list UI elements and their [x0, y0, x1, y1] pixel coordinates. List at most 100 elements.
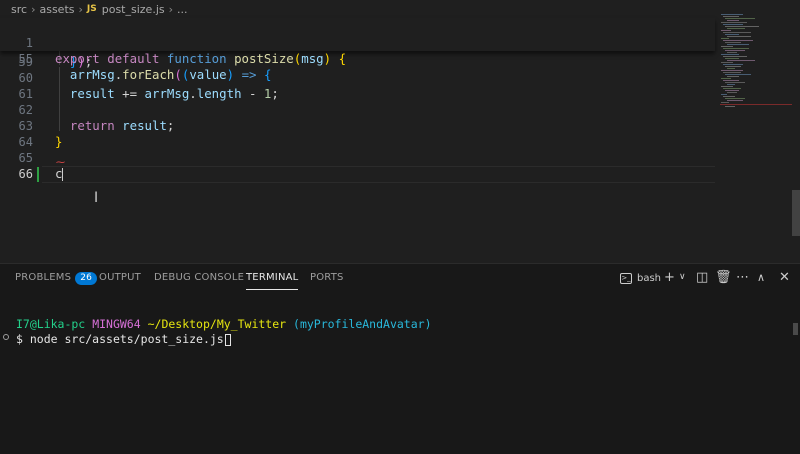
- minimap-line: [723, 64, 743, 65]
- minimap-line: [725, 74, 751, 75]
- line-number: 63: [18, 119, 33, 133]
- sticky-line[interactable]: 1 export default function postSize(msg) …: [0, 19, 715, 66]
- minimap-line: [727, 92, 737, 93]
- code-token: ): [323, 51, 332, 66]
- text-cursor: [62, 168, 63, 181]
- minimap-line: [723, 32, 751, 33]
- problems-count-badge: 26: [75, 272, 98, 285]
- minimap-line: [725, 106, 735, 107]
- minimap-line: [721, 54, 739, 55]
- sticky-line[interactable]: 55 arrMsg.forEach((value) => {: [0, 35, 715, 82]
- code-token: value: [189, 67, 227, 82]
- minimap-line: [721, 86, 733, 87]
- terminal-path: ~/Desktop/My_Twitter: [147, 317, 287, 331]
- minimap-line: [721, 14, 743, 15]
- editor-scrollbar-thumb[interactable]: [792, 190, 800, 236]
- minimap-line: [721, 94, 727, 95]
- tab-ports[interactable]: PORTS: [310, 272, 344, 283]
- code-line[interactable]: 64}: [0, 134, 715, 150]
- minimap-line: [727, 68, 735, 69]
- code-text: arrMsg.forEach((value) => {: [55, 67, 272, 83]
- chevron-right-icon: ›: [78, 2, 83, 16]
- tab-debug-console[interactable]: DEBUG CONSOLE: [154, 272, 244, 283]
- minimap-line: [725, 42, 741, 43]
- code-token: =>: [241, 67, 257, 82]
- tab-terminal[interactable]: TERMINAL: [246, 272, 299, 290]
- minimap[interactable]: [717, 14, 795, 114]
- terminal-scrollbar[interactable]: [793, 323, 798, 335]
- panel-tabs: PROBLEMS 26 OUTPUT DEBUG CONSOLE TERMINAL…: [0, 264, 800, 292]
- suggestion-indicator-icon: ⁓: [56, 158, 65, 168]
- mouse-ibeam-icon: I: [94, 190, 99, 206]
- code-token: +=: [114, 86, 145, 101]
- code-line[interactable]: 66 c: [0, 166, 715, 182]
- line-number: 64: [18, 135, 33, 149]
- code-token: (: [174, 67, 182, 82]
- javascript-file-icon: JS: [86, 4, 97, 14]
- code-line[interactable]: 61 result += arrMsg.length - 1;: [0, 86, 715, 102]
- minimap-line: [727, 28, 745, 29]
- minimap-line: [725, 58, 739, 59]
- code-token: result: [122, 118, 167, 133]
- minimap-line: [725, 82, 745, 83]
- chevron-right-icon: ›: [168, 2, 174, 16]
- code-token: ;: [271, 86, 279, 101]
- chevron-up-icon[interactable]: ∧: [757, 271, 765, 284]
- line-number: 62: [18, 103, 33, 117]
- code-token: return: [69, 118, 115, 133]
- split-icon[interactable]: ◫: [696, 270, 708, 285]
- chevron-down-icon[interactable]: ∨: [679, 272, 686, 282]
- terminal-command-line: $ node src/assets/post_size.js: [16, 332, 231, 346]
- code-token: arrMsg: [144, 86, 190, 101]
- terminal-shell-button[interactable]: >_ bash: [620, 270, 661, 286]
- code-token: postSize: [234, 51, 294, 66]
- code-token: default: [107, 51, 160, 66]
- sticky-scroll-header[interactable]: 1 export default function postSize(msg) …: [0, 18, 715, 82]
- minimap-line: [723, 40, 753, 41]
- code-text: return result;: [55, 118, 174, 134]
- minimap-line: [721, 102, 729, 103]
- tab-output[interactable]: OUTPUT: [99, 272, 141, 283]
- breadcrumb-item-file[interactable]: post_size.js: [102, 3, 165, 16]
- code-token: {: [338, 51, 347, 66]
- minimap-line: [723, 80, 739, 81]
- shell-name: bash: [637, 272, 662, 284]
- code-line[interactable]: 63 return result;: [0, 118, 715, 134]
- minimap-line: [723, 24, 743, 25]
- bottom-panel: PROBLEMS 26 OUTPUT DEBUG CONSOLE TERMINAL…: [0, 263, 800, 454]
- minimap-error-marker: [720, 104, 792, 105]
- minimap-line: [727, 100, 743, 101]
- minimap-line: [727, 84, 735, 85]
- code-token: ;: [166, 118, 175, 133]
- terminal-prompt-line: I7@Lika-pc MINGW64 ~/Desktop/My_Twitter …: [16, 317, 432, 331]
- minimap-line: [723, 48, 749, 49]
- ellipsis-icon[interactable]: ⋯: [736, 270, 749, 285]
- code-line[interactable]: 65: [0, 150, 715, 166]
- code-token: length: [196, 86, 242, 101]
- breadcrumb-item-assets[interactable]: assets: [39, 3, 74, 16]
- breadcrumb-item-symbol[interactable]: ...: [177, 3, 188, 16]
- code-token: {: [263, 67, 272, 82]
- command-decoration-icon[interactable]: [3, 334, 9, 340]
- minimap-line: [725, 98, 745, 99]
- minimap-line: [725, 34, 739, 35]
- code-line[interactable]: 62: [0, 102, 715, 118]
- plus-icon[interactable]: +: [664, 270, 675, 285]
- code-text: }: [55, 134, 62, 150]
- code-token: forEach: [122, 67, 175, 82]
- minimap-line: [721, 46, 733, 47]
- breadcrumb: src › assets › JS post_size.js › ...: [0, 0, 800, 18]
- tab-problems[interactable]: PROBLEMS 26: [15, 272, 98, 285]
- close-icon[interactable]: ✕: [779, 270, 790, 285]
- trash-icon[interactable]: 🗑︎: [715, 270, 732, 285]
- breadcrumb-item-src[interactable]: src: [11, 3, 27, 16]
- minimap-line: [723, 56, 747, 57]
- minimap-line: [723, 88, 741, 89]
- terminal-git-branch: (myProfileAndAvatar): [293, 317, 432, 331]
- terminal-command: node src/assets/post_size.js: [29, 332, 224, 346]
